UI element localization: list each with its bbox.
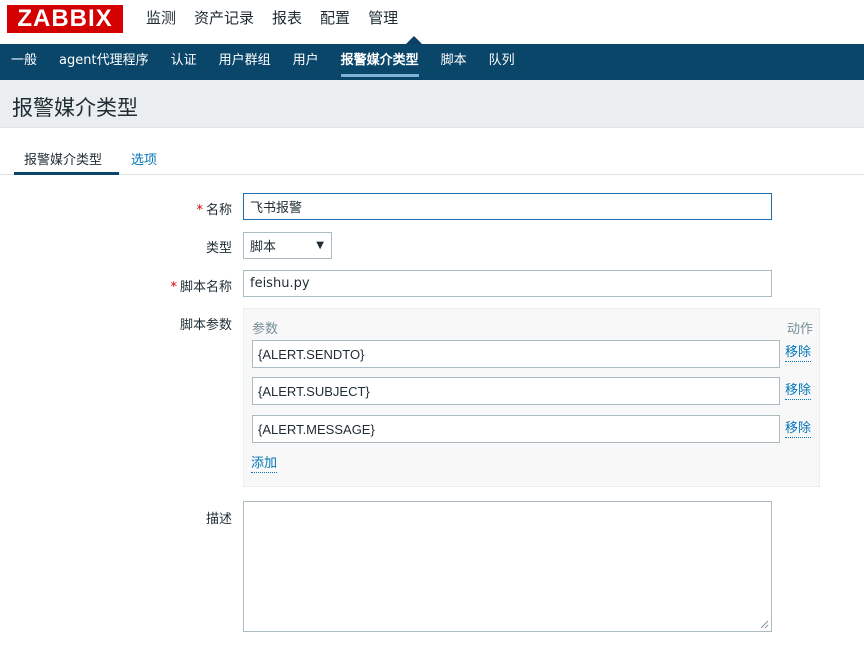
page-header: 报警媒介类型 (0, 80, 864, 128)
submenu-item-proxies[interactable]: agent代理程序 (59, 44, 149, 80)
required-marker: * (170, 280, 177, 295)
tab-options[interactable]: 选项 (131, 149, 157, 168)
menu-item-reports[interactable]: 报表 (272, 8, 302, 28)
submenu-item-queue[interactable]: 队列 (489, 44, 515, 80)
menu-item-configuration[interactable]: 配置 (320, 8, 350, 28)
script-name-input[interactable]: feishu.py (243, 270, 772, 297)
sub-menu: 一般 agent代理程序 认证 用户群组 用户 报警媒介类型 脚本 队列 (0, 44, 864, 80)
tab-bar: 报警媒介类型 选项 (0, 139, 864, 175)
type-select-value: 脚本 (250, 240, 277, 255)
description-label: 描述 (205, 512, 232, 527)
submenu-item-media-types[interactable]: 报警媒介类型 (340, 44, 419, 80)
submenu-item-users[interactable]: 用户 (293, 44, 319, 80)
type-select[interactable]: 脚本 ▼ (243, 232, 332, 259)
name-input[interactable]: 飞书报警 (243, 193, 772, 220)
menu-item-administration[interactable]: 管理 (368, 8, 398, 28)
script-name-label-text: 脚本名称 (179, 280, 232, 295)
remove-param-button[interactable]: 移除 (785, 383, 812, 400)
param-input-sendto[interactable]: {ALERT.SENDTO} (252, 340, 780, 368)
resize-grip-icon[interactable] (760, 620, 769, 629)
script-params-table: 参数 动作 {ALERT.SENDTO} 移除 {ALERT.SUBJECT} … (243, 308, 820, 487)
remove-param-button[interactable]: 移除 (785, 421, 812, 438)
remove-param-button[interactable]: 移除 (785, 345, 812, 362)
description-textarea[interactable] (243, 501, 772, 632)
name-label: * 名称 (22, 199, 232, 218)
submenu-item-scripts[interactable]: 脚本 (441, 44, 467, 80)
zabbix-logo[interactable]: ZABBIX (7, 5, 123, 33)
menu-item-inventory[interactable]: 资产记录 (194, 8, 254, 28)
required-marker: * (196, 203, 203, 218)
top-bar: ZABBIX 监测 资产记录 报表 配置 管理 (0, 0, 864, 44)
script-name-label: * 脚本名称 (22, 276, 232, 295)
submenu-item-general[interactable]: 一般 (11, 44, 37, 80)
active-menu-indicator (406, 36, 422, 44)
action-column-header: 动作 (786, 322, 813, 337)
menu-item-monitoring[interactable]: 监测 (146, 8, 176, 28)
submenu-item-authentication[interactable]: 认证 (171, 44, 197, 80)
params-column-header: 参数 (252, 322, 279, 337)
script-params-label: 脚本参数 (179, 318, 232, 333)
dropdown-arrow-icon: ▼ (316, 240, 324, 251)
param-input-subject[interactable]: {ALERT.SUBJECT} (252, 377, 780, 405)
main-menu: 监测 资产记录 报表 配置 管理 (146, 8, 416, 28)
tab-media-type[interactable]: 报警媒介类型 (14, 149, 119, 175)
param-input-message[interactable]: {ALERT.MESSAGE} (252, 415, 780, 443)
page-title: 报警媒介类型 (12, 96, 138, 120)
name-label-text: 名称 (205, 203, 232, 218)
add-param-button[interactable]: 添加 (251, 456, 278, 473)
type-label: 类型 (205, 241, 232, 256)
submenu-item-user-groups[interactable]: 用户群组 (219, 44, 271, 80)
